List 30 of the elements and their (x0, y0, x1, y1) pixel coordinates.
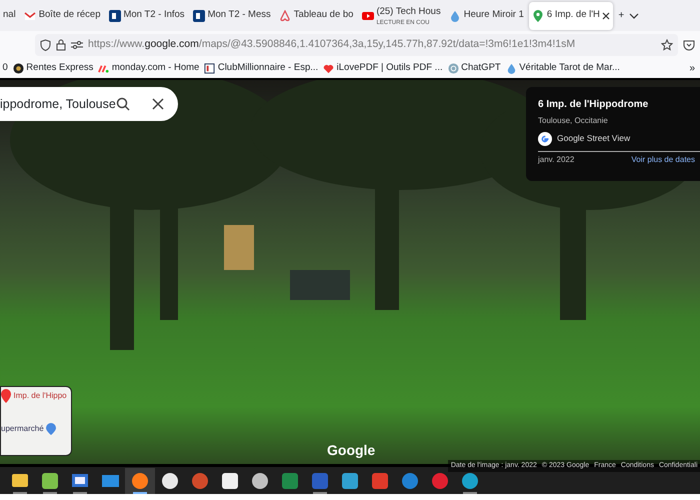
place-title: 6 Imp. de l'Hippodrome (538, 98, 650, 112)
browser-tab[interactable]: Mon T2 - Mess (190, 2, 274, 30)
place-label: Imp. de l'Hippo (14, 390, 67, 402)
google-logo: Google (327, 441, 376, 460)
bookmark[interactable]: ChatGPT (448, 61, 501, 76)
poi-label: upermarché (1, 423, 44, 435)
browser-tab[interactable]: Tableau de bo (276, 2, 356, 30)
browser-tab[interactable]: Heure Miroir 1 (446, 2, 527, 30)
more-bookmarks-button[interactable]: » (689, 61, 695, 76)
capture-date: janv. 2022 (538, 154, 574, 166)
browser-tab[interactable]: 6 Imp. de l'H (529, 2, 614, 30)
search-field[interactable]: ippodrome, Toulouse (0, 87, 178, 121)
tab-title: (25) Tech Hous (376, 5, 441, 20)
browser-tab[interactable]: Mon T2 - Infos (106, 2, 188, 30)
source-label: Google Street View (557, 132, 630, 145)
bookmark[interactable]: ClubMillionnaire - Esp... (204, 61, 318, 76)
bookmark[interactable]: Véritable Tarot de Mar... (506, 61, 620, 76)
address-bar[interactable]: https://www.google.com/maps/@43.5908846,1.4107364,3a,15y,145.77h,87.92t/data=!3m6!1e1!3m4!1sM (35, 34, 678, 56)
bookmark[interactable]: 0 (2, 61, 8, 76)
url-text: https://www.google.com/maps/@43.5908846,1.4107364,3a,15y,145.77h,87.92t/data=!3m6!1e1!3m4!1sM (88, 37, 576, 52)
minimap[interactable]: Imp. de l'Hippo upermarché (0, 386, 72, 456)
new-tab-button[interactable]: + (616, 8, 627, 23)
more-dates-link[interactable]: Voir plus de dates (631, 154, 695, 166)
bookmark[interactable]: iLovePDF | Outils PDF ... (323, 61, 443, 76)
browser-tab[interactable]: Boîte de récep (21, 2, 104, 30)
bookmark[interactable]: Rentes Express (12, 61, 94, 76)
place-subtitle: Toulouse, Occitanie (538, 114, 609, 126)
search-text: ippodrome, Toulouse (0, 96, 116, 113)
browser-tab[interactable]: nal (0, 2, 19, 30)
bookmark[interactable]: monday.com - Home (98, 61, 200, 76)
